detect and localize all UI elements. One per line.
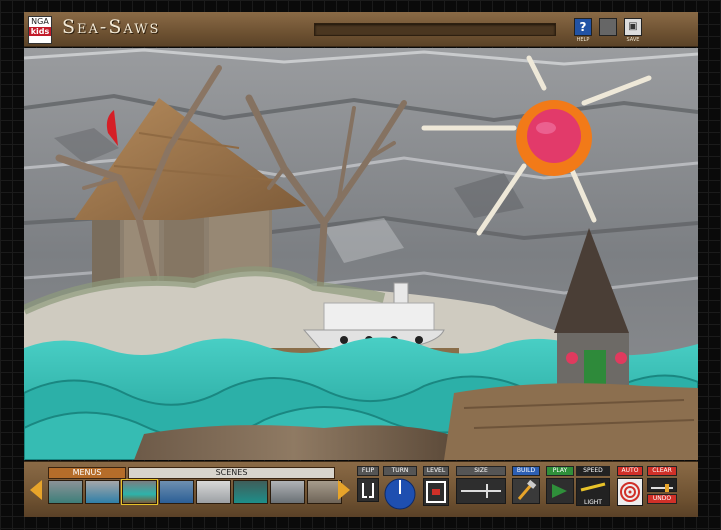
level-tool[interactable]: LEVEL: [423, 466, 449, 506]
save-button[interactable]: ▣ SAVE: [624, 18, 642, 43]
loading-progress-bar: [314, 23, 556, 36]
save-label: SAVE: [626, 37, 640, 43]
app-window: NGA kids Sea-Saws ? HELP ▣ SAVE MENUS SC…: [24, 12, 698, 517]
blank-square-icon: [599, 18, 617, 36]
scene-thumb-3[interactable]: [121, 479, 158, 505]
speed-gauge[interactable]: LIGHT: [576, 478, 610, 506]
clear-label: CLEAR: [647, 466, 677, 476]
scene-thumb-1[interactable]: [48, 480, 83, 504]
auto-tool[interactable]: AUTO: [617, 466, 643, 506]
scene-thumb-5[interactable]: [196, 480, 231, 504]
help-label: HELP: [576, 37, 590, 43]
scene-thumb-2[interactable]: [85, 480, 120, 504]
scene-thumb-7[interactable]: [270, 480, 305, 504]
build-tool[interactable]: BUILD: [512, 466, 540, 504]
play-label: PLAY: [546, 466, 574, 476]
scroll-right-arrow-icon[interactable]: [338, 480, 350, 500]
size-label: SIZE: [456, 466, 506, 476]
bottom-toolbar: MENUS SCENES FLIP TURN LEVEL SIZE BUILD …: [24, 461, 698, 517]
clear-slider-icon: [647, 478, 677, 492]
flip-tool[interactable]: FLIP: [357, 466, 379, 502]
play-icon: [546, 478, 574, 504]
sea-saw-scene[interactable]: [24, 48, 698, 460]
scroll-left-arrow-icon[interactable]: [30, 480, 42, 500]
scene-thumb-6[interactable]: [233, 480, 268, 504]
auto-label: AUTO: [617, 466, 643, 476]
size-slider[interactable]: [456, 478, 506, 504]
size-tool[interactable]: SIZE: [456, 466, 506, 504]
play-tool[interactable]: PLAY: [546, 466, 574, 504]
hammer-icon: [512, 478, 540, 504]
speed-label: SPEED: [576, 466, 610, 476]
turn-label: TURN: [383, 466, 417, 476]
menus-tab[interactable]: MENUS: [48, 467, 126, 479]
title-bar: NGA kids Sea-Saws ? HELP ▣ SAVE: [24, 12, 698, 47]
undo-button[interactable]: UNDO: [647, 494, 677, 504]
scene-thumb-4[interactable]: [159, 480, 194, 504]
build-label: BUILD: [512, 466, 540, 476]
blank-button[interactable]: [599, 18, 617, 36]
spiral-icon: [617, 478, 643, 506]
turn-tool[interactable]: TURN: [383, 466, 417, 510]
turn-dial-icon: [383, 478, 417, 510]
speed-fast-label: LIGHT: [584, 499, 602, 506]
floppy-disk-icon: ▣: [624, 18, 642, 36]
flip-label: FLIP: [357, 466, 379, 476]
scene-thumbnails: [48, 479, 342, 505]
scenes-label: SCENES: [128, 467, 335, 479]
driftwood-log[interactable]: [134, 425, 454, 460]
question-mark-icon: ?: [574, 18, 592, 36]
flip-icon: [357, 478, 379, 502]
level-icon: [423, 478, 449, 506]
level-label: LEVEL: [423, 466, 449, 476]
app-title: Sea-Saws: [62, 16, 161, 38]
scene-thumb-8[interactable]: [307, 480, 342, 504]
speed-tool[interactable]: SPEED LIGHT: [576, 466, 610, 506]
logo-bottom-text: kids: [29, 27, 51, 36]
nga-kids-logo[interactable]: NGA kids: [28, 16, 52, 44]
logo-top-text: NGA: [31, 17, 49, 26]
clear-tool[interactable]: CLEAR UNDO: [647, 466, 677, 504]
help-button[interactable]: ? HELP: [574, 18, 592, 43]
